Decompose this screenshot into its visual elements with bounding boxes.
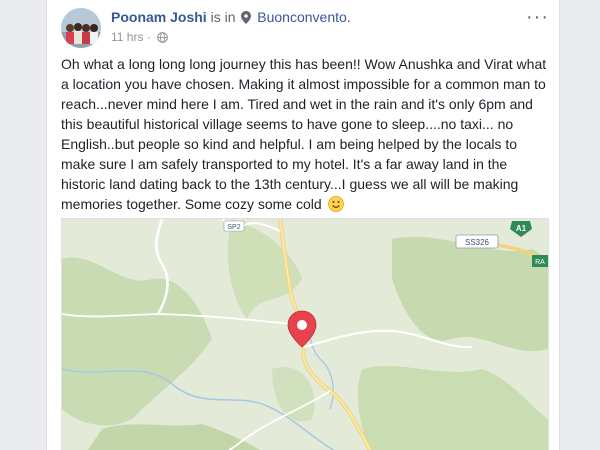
post-meta: 11 hrs · <box>111 30 168 46</box>
post-body: Oh what a long long long journey this ha… <box>61 54 547 217</box>
road-label-ra: RA <box>535 259 545 266</box>
smile-emoji-icon <box>327 196 344 217</box>
is-in-label: is in <box>210 9 236 25</box>
location-map[interactable]: SS326 A1 RA SP2 <box>61 218 549 450</box>
author-name[interactable]: Poonam Joshi <box>111 9 207 25</box>
road-shield-ss326: SS326 <box>455 234 499 249</box>
more-options-icon[interactable]: ··· <box>526 6 549 29</box>
post-time[interactable]: 11 hrs <box>111 30 143 44</box>
globe-icon[interactable] <box>157 32 168 46</box>
road-label-ss326: SS326 <box>465 238 490 247</box>
road-label-a1: A1 <box>516 224 527 233</box>
avatar[interactable] <box>61 8 101 48</box>
post-header: Poonam Joshi is in Buonconvento. <box>111 9 351 27</box>
post-text: Oh what a long long long journey this ha… <box>61 56 547 212</box>
road-shield-ra: RA <box>532 255 548 267</box>
post-card: Poonam Joshi is in Buonconvento. 11 hrs … <box>46 0 560 450</box>
road-label-sp2: SP2 <box>227 224 240 231</box>
location-link[interactable]: Buonconvento. <box>257 9 350 25</box>
road-shield-sp2: SP2 <box>223 220 245 232</box>
meta-separator: · <box>146 30 151 44</box>
location-pin-icon <box>241 11 252 27</box>
